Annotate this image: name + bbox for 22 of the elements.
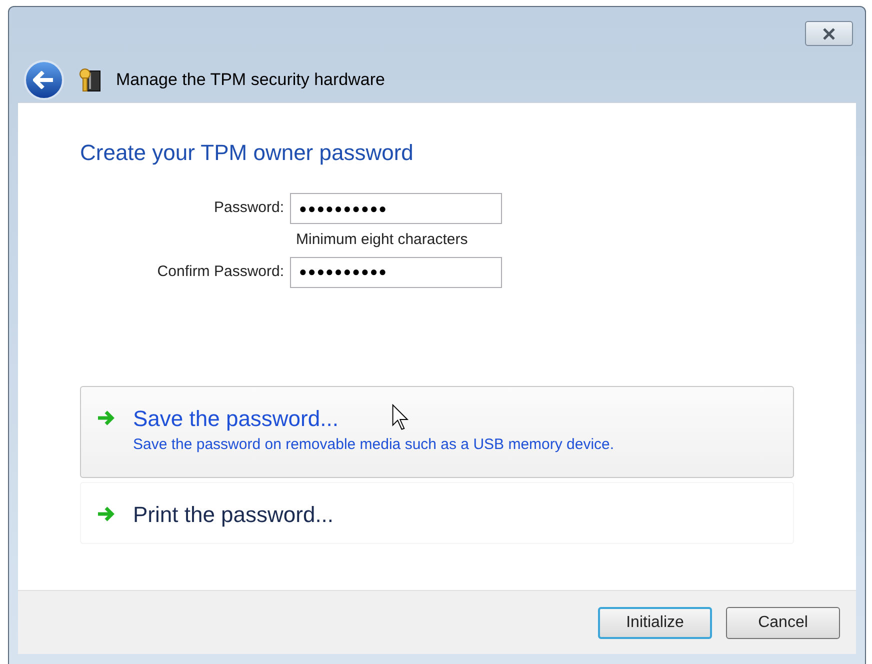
- command-link[interactable]: Save the password... Save the password on removable media such as a USB memory device.: [80, 386, 794, 478]
- mouse-cursor-icon: [392, 404, 409, 431]
- password-field[interactable]: ●●●●●●●●●●: [290, 256, 502, 288]
- page-heading: Create your TPM owner password: [80, 139, 414, 167]
- field-hint: Minimum eight characters: [296, 230, 469, 250]
- field-label: Password:: [212, 198, 285, 218]
- password-field[interactable]: ●●●●●●●●●●: [290, 193, 502, 224]
- arrow-icon: [95, 504, 117, 522]
- command-link-description: Save the password on removable media such as a USB memory device.: [133, 434, 614, 454]
- key-chip-icon: [78, 67, 102, 93]
- close-button[interactable]: [805, 21, 853, 46]
- dialog-button[interactable]: Cancel: [726, 606, 840, 638]
- command-link[interactable]: Print the password...: [80, 482, 794, 544]
- arrow-icon: [95, 408, 117, 426]
- close-icon: [822, 28, 836, 40]
- window-title: Manage the TPM security hardware: [116, 69, 385, 92]
- back-arrow-icon: [33, 71, 55, 89]
- back-button[interactable]: [24, 60, 64, 100]
- dialog-button[interactable]: Initialize: [598, 606, 712, 638]
- command-link-title: Print the password...: [133, 500, 334, 528]
- command-link-title: Save the password...: [133, 404, 338, 432]
- field-label: Confirm Password:: [156, 262, 285, 282]
